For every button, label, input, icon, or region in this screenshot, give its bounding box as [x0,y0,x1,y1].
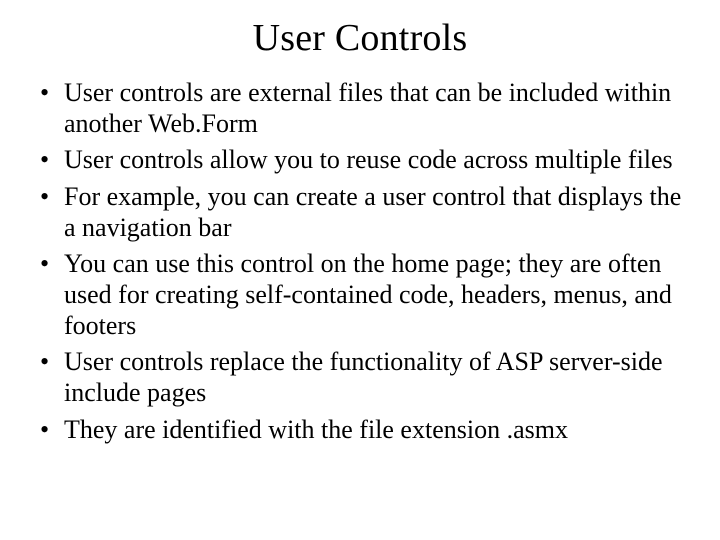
slide: User Controls User controls are external… [0,0,720,540]
list-item: User controls replace the functionality … [38,347,692,408]
list-item: They are identified with the file extens… [38,415,692,446]
list-item: For example, you can create a user contr… [38,182,692,243]
list-item: User controls allow you to reuse code ac… [38,145,692,176]
bullet-list: User controls are external files that ca… [28,78,692,445]
slide-title: User Controls [28,16,692,60]
list-item: User controls are external files that ca… [38,78,692,139]
list-item: You can use this control on the home pag… [38,249,692,341]
